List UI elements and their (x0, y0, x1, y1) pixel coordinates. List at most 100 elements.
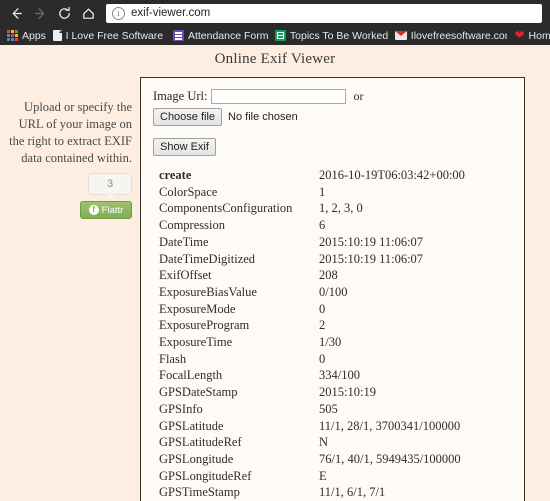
exif-table: create 2016-10-19T06:03:42+00:00 ColorSpac… (153, 167, 524, 501)
exif-panel: Image Url: or Choose file No file chosen… (140, 77, 525, 501)
bookmark-label: Ilovefreesoftware.com (410, 29, 508, 42)
bookmark-label: I Love Free Software · (65, 29, 166, 42)
page-body: Upload or specify the URL of your image … (0, 68, 550, 501)
image-url-label: Image Url: (153, 89, 208, 103)
bookmark-label: Apps (22, 29, 46, 42)
bookmark-label: Home Pa (528, 29, 550, 42)
exif-row: GPSLongitude 76/1, 40/1, 5949435/100000 (153, 451, 524, 468)
bookmark-label: Attendance Form (187, 29, 269, 42)
exif-key: GPSDateStamp (159, 385, 238, 400)
exif-value: 0/100 (319, 284, 348, 299)
heart-icon: ❤ (514, 28, 525, 42)
exif-key: ColorSpace (159, 184, 218, 199)
exif-row: GPSLatitudeRef N (153, 434, 524, 451)
exif-row: GPSDateStamp 2015:10:19 (153, 384, 524, 401)
exif-key: ExposureBiasValue (159, 284, 257, 299)
exif-key: ExposureMode (159, 301, 236, 316)
exif-key: Flash (159, 351, 187, 366)
exif-value: 2015:10:19 11:06:07 (319, 251, 424, 266)
exif-row: FocalLength 334/100 (153, 367, 524, 384)
browser-toolbar: i exif-viewer.com (0, 0, 550, 26)
exif-value: 0 (319, 351, 326, 366)
exif-row: GPSLatitude 11/1, 28/1, 3700341/100000 (153, 418, 524, 435)
exif-key: ExifOffset (159, 268, 212, 283)
exif-row: ExposureBiasValue 0/100 (153, 284, 524, 301)
browser-chrome: i exif-viewer.com Apps I Love Free Softw… (0, 0, 550, 45)
bookmark-home-page[interactable]: ❤ Home Pa (512, 27, 550, 44)
exif-value: 505 (319, 401, 338, 416)
exif-value: E (319, 468, 327, 483)
sidebar-description: Upload or specify the URL of your image … (9, 100, 132, 165)
google-forms-icon (172, 30, 184, 41)
image-url-row: Image Url: or (153, 89, 524, 104)
exif-value: 2 (319, 318, 326, 333)
exif-key: create (159, 168, 192, 182)
exif-value: 1 (319, 184, 326, 199)
exif-value: 2015:10:19 (319, 385, 376, 400)
exif-row: ExposureProgram 2 (153, 317, 524, 334)
exif-value: 2016-10-19T06:03:42+00:00 (319, 168, 465, 182)
bookmarks-bar: Apps I Love Free Software · Attendance F… (0, 26, 550, 45)
exif-value: 334/100 (319, 368, 360, 383)
exif-key: GPSTimeStamp (159, 485, 240, 500)
exif-key: DateTime (159, 234, 209, 249)
exif-key: DateTimeDigitized (159, 251, 256, 266)
apps-grid-icon (7, 30, 18, 41)
image-url-input[interactable] (210, 89, 346, 104)
exif-row: ExposureMode 0 (153, 301, 524, 318)
exif-row: create 2016-10-19T06:03:42+00:00 (153, 167, 524, 184)
bookmark-topics-to-be-worked[interactable]: Topics To Be Worked | (273, 27, 393, 44)
google-sheets-icon (275, 30, 286, 41)
home-button[interactable] (76, 1, 100, 25)
exif-row: Flash 0 (153, 351, 524, 368)
exif-key: ComponentsConfiguration (159, 201, 293, 216)
site-info-icon[interactable]: i (112, 6, 125, 20)
document-icon (52, 30, 62, 41)
exif-row: DateTimeDigitized 2015:10:19 11:06:07 (153, 251, 524, 268)
file-picker-row: Choose file No file chosen (153, 108, 524, 126)
exif-row: DateTime 2015:10:19 11:06:07 (153, 234, 524, 251)
exif-row: ExposureTime 1/30 (153, 334, 524, 351)
exif-key: GPSLongitudeRef (159, 468, 252, 483)
show-exif-button[interactable]: Show Exif (153, 138, 216, 156)
sidebar: Upload or specify the URL of your image … (0, 77, 140, 219)
file-status-label: No file chosen (228, 111, 298, 123)
back-button[interactable] (4, 1, 28, 25)
exif-key: GPSLatitudeRef (159, 435, 242, 450)
exif-row: GPSTimeStamp 11/1, 6/1, 7/1 (153, 484, 524, 501)
address-bar-url: exif-viewer.com (131, 7, 211, 19)
exif-value: 0 (319, 301, 326, 316)
bookmark-i-love-free-software[interactable]: I Love Free Software · (51, 27, 171, 44)
forward-button (28, 1, 52, 25)
exif-value: N (319, 435, 329, 450)
exif-row: ColorSpace 1 (153, 184, 524, 201)
exif-table-body: create 2016-10-19T06:03:42+00:00 ColorSpac… (153, 167, 524, 501)
exif-key: ExposureTime (159, 335, 233, 350)
flattr-button[interactable]: f Flattr (80, 201, 132, 219)
exif-value: 76/1, 40/1, 5949435/100000 (319, 451, 461, 466)
page-content: Online Exif Viewer Upload or specify the… (0, 45, 550, 501)
exif-key: GPSInfo (159, 401, 203, 416)
exif-key: FocalLength (159, 368, 223, 383)
bookmark-label: Topics To Be Worked | (289, 29, 389, 42)
address-bar[interactable]: i exif-viewer.com (106, 3, 542, 23)
bookmark-apps[interactable]: Apps (5, 27, 51, 44)
flattr-widget[interactable]: 3 f Flattr (0, 173, 132, 219)
or-separator-label: or (353, 89, 364, 103)
exif-value: 2015:10:19 11:06:07 (319, 234, 424, 249)
flattr-button-label: Flattr (101, 204, 124, 216)
exif-value: 6 (319, 218, 326, 233)
exif-value: 11/1, 28/1, 3700341/100000 (319, 418, 461, 433)
bookmark-ilovefreesoftware[interactable]: Ilovefreesoftware.com (393, 27, 512, 44)
exif-value: 1/30 (319, 335, 342, 350)
exif-key: Compression (159, 218, 225, 233)
exif-key: GPSLongitude (159, 451, 234, 466)
exif-key: GPSLatitude (159, 418, 224, 433)
bookmark-attendance-form[interactable]: Attendance Form (171, 27, 274, 44)
exif-row: GPSInfo 505 (153, 401, 524, 418)
choose-file-button[interactable]: Choose file (153, 108, 223, 126)
page-title: Online Exif Viewer (214, 51, 336, 67)
gmail-icon (395, 31, 407, 40)
reload-button[interactable] (52, 1, 76, 25)
exif-key: ExposureProgram (159, 318, 250, 333)
